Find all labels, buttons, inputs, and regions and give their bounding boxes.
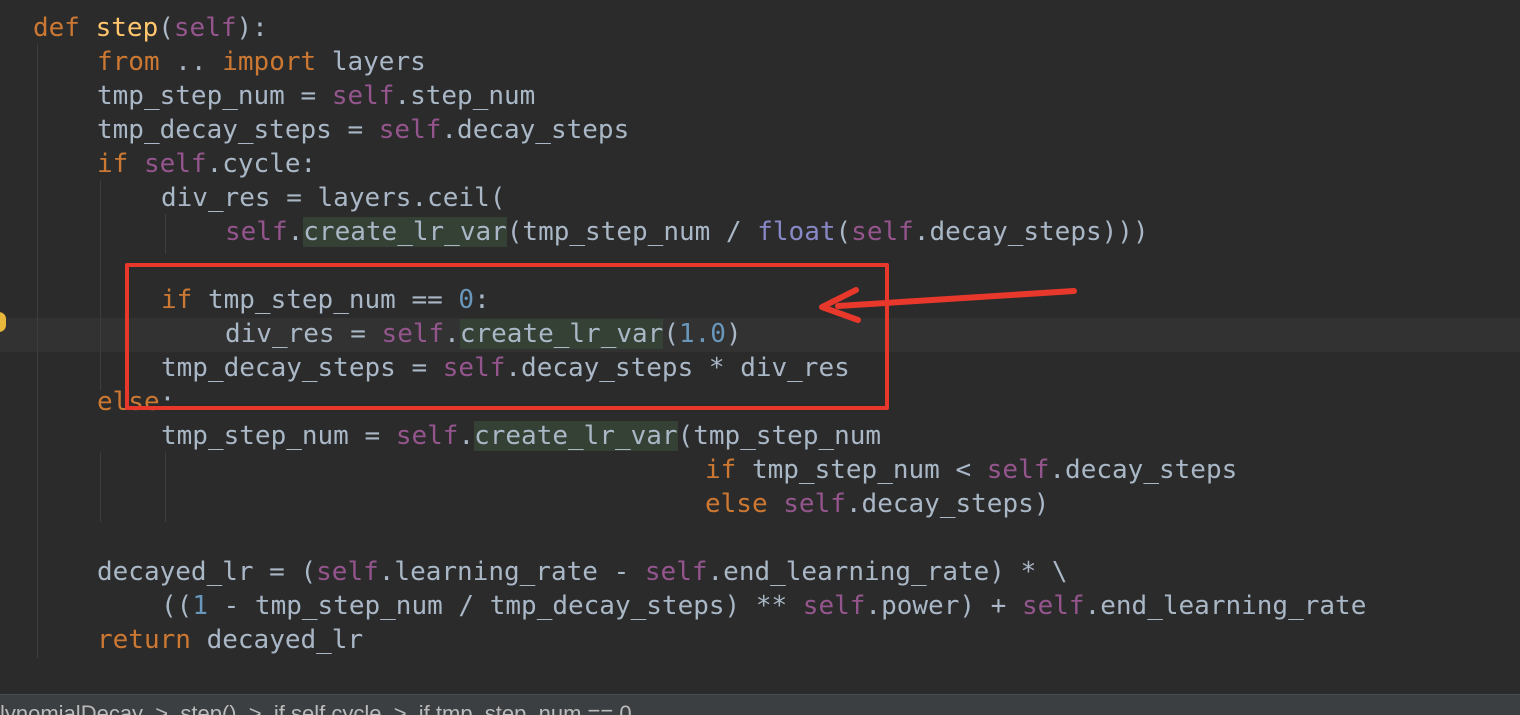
code-token: self (986, 455, 1050, 485)
code-token: self (316, 557, 379, 587)
code-token: .decay_steps (441, 115, 630, 145)
code-token: self (395, 421, 459, 451)
code-line[interactable]: if tmp_step_num < self.decay_steps (705, 453, 1237, 487)
code-token: from (97, 47, 160, 77)
code-token: ( (835, 217, 852, 247)
usage-highlighted-token: create_lr_var (303, 217, 507, 247)
code-token: . (458, 421, 475, 451)
code-token: else (97, 387, 160, 417)
code-token: decayed_lr (206, 625, 364, 655)
code-token: .end_learning_rate) * \ (707, 557, 1068, 587)
usage-highlighted-token: create_lr_var (474, 421, 678, 451)
code-token: . (444, 319, 460, 349)
code-line[interactable]: return decayed_lr (97, 623, 363, 657)
code-token: ) (725, 319, 742, 349)
code-token: tmp_step_num == (207, 285, 459, 315)
code-token: 1 (192, 591, 208, 621)
code-token: .cycle: (206, 149, 317, 179)
code-token: tmp_step_num = (161, 421, 396, 451)
code-token: self (173, 13, 237, 43)
code-token: self (802, 591, 866, 621)
code-token: tmp_decay_steps = (97, 115, 379, 145)
code-token: return (97, 625, 207, 655)
code-token: div_res = (225, 319, 382, 349)
code-token: 0 (458, 285, 475, 315)
code-token: self (143, 149, 207, 179)
code-token: self (381, 319, 445, 349)
code-line[interactable]: if tmp_step_num == 0: (161, 283, 490, 317)
code-token: decayed_lr = ( (97, 557, 317, 587)
code-line[interactable]: from .. import layers (97, 45, 426, 79)
code-line[interactable]: def step(self): (33, 11, 268, 45)
code-token: (tmp_step_num (677, 421, 882, 451)
code-token: (tmp_step_num / (506, 217, 758, 247)
code-token: .step_num (394, 81, 536, 111)
code-token: .decay_steps) (845, 489, 1050, 519)
code-token: self (644, 557, 708, 587)
code-line[interactable]: div_res = layers.ceil( (161, 181, 505, 215)
code-token: ): (236, 13, 268, 43)
usage-highlighted-token: create_lr_var (459, 319, 664, 349)
code-token: div_res = layers.ceil( (161, 183, 506, 213)
code-token: self (851, 217, 914, 247)
code-line[interactable]: tmp_step_num = self.create_lr_var(tmp_st… (161, 419, 881, 453)
code-token: - tmp_step_num / tmp_decay_steps) ** (207, 591, 803, 621)
code-token: self (331, 81, 395, 111)
code-token: .decay_steps * div_res (505, 353, 850, 383)
code-token: self (378, 115, 442, 145)
code-token: self (442, 353, 506, 383)
code-token: .. (159, 47, 223, 77)
code-token: 1.0 (678, 319, 726, 349)
code-token: if (97, 149, 144, 179)
code-line[interactable]: tmp_decay_steps = self.decay_steps * div… (161, 351, 850, 385)
code-token: .end_learning_rate (1084, 591, 1367, 621)
code-editor[interactable]: def step(self): from .. import layers tmp_… (0, 0, 1520, 694)
code-token: def (33, 13, 96, 43)
code-token: self (225, 217, 288, 247)
code-token: : (159, 387, 176, 417)
breadcrumb-status-bar: lynomialDecay > step() > if self.cycle >… (0, 694, 1520, 715)
code-token: tmp_step_num < (751, 455, 987, 485)
code-token: ( (158, 13, 174, 43)
code-token: step (95, 13, 159, 43)
code-line[interactable]: tmp_decay_steps = self.decay_steps (97, 113, 629, 147)
code-token: if (161, 285, 208, 315)
code-line[interactable]: else: (97, 385, 175, 419)
code-token: if (705, 455, 752, 485)
code-token: tmp_decay_steps = (161, 353, 443, 383)
code-token: .decay_steps))) (913, 217, 1149, 247)
code-token: layers (316, 47, 426, 77)
code-token: import (222, 47, 317, 77)
code-line[interactable]: if self.cycle: (97, 147, 316, 181)
code-line[interactable]: decayed_lr = (self.learning_rate - self.… (97, 555, 1068, 589)
code-token: self (783, 489, 846, 519)
code-token: : (474, 285, 490, 315)
code-token: (( (161, 591, 193, 621)
code-token: ( (663, 319, 679, 349)
code-line[interactable]: self.create_lr_var(tmp_step_num / float(… (225, 215, 1149, 249)
code-token: else (705, 489, 784, 519)
code-line[interactable]: ((1 - tmp_step_num / tmp_decay_steps) **… (161, 589, 1366, 623)
code-line[interactable]: div_res = self.create_lr_var(1.0) (225, 317, 742, 351)
breadcrumb[interactable]: lynomialDecay > step() > if self.cycle >… (0, 703, 632, 715)
code-line[interactable]: tmp_step_num = self.step_num (97, 79, 535, 113)
code-token: .learning_rate - (378, 557, 645, 587)
code-token: . (287, 217, 304, 247)
code-token: tmp_step_num = (97, 81, 332, 111)
code-token: float (757, 217, 836, 247)
code-token: .decay_steps (1049, 455, 1238, 485)
code-token: .power) + (865, 591, 1022, 621)
code-token: self (1021, 591, 1085, 621)
code-line[interactable]: else self.decay_steps) (705, 487, 1049, 521)
